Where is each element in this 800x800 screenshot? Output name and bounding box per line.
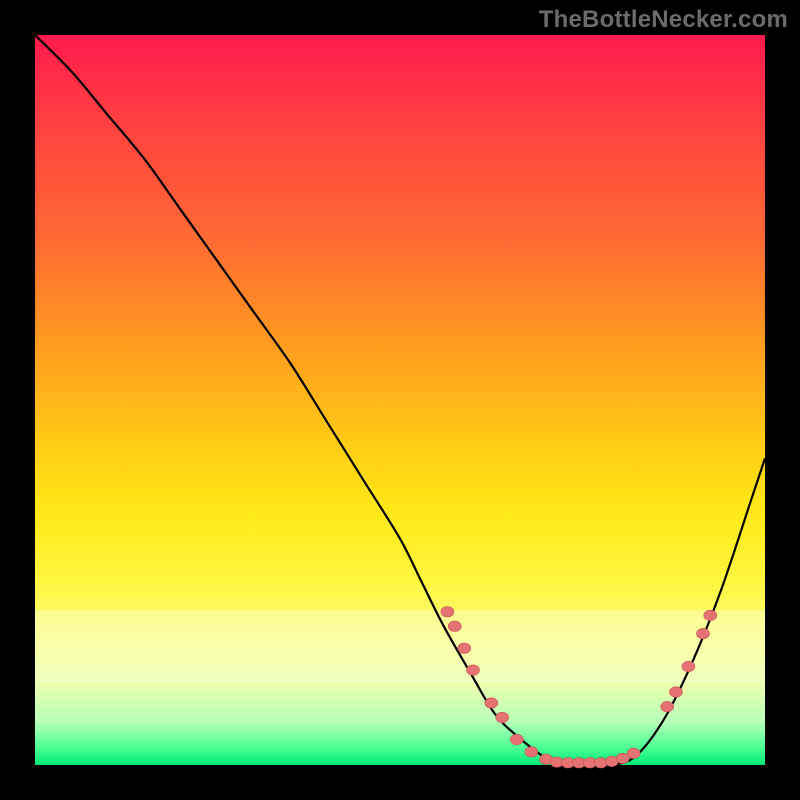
curve-marker bbox=[704, 610, 717, 620]
curve-marker bbox=[627, 748, 640, 758]
curve-marker bbox=[525, 747, 538, 757]
curve-marker bbox=[510, 734, 523, 744]
chart-frame: TheBottleNecker.com bbox=[0, 0, 800, 800]
curve-marker bbox=[661, 701, 674, 711]
bottleneck-curve bbox=[35, 35, 765, 766]
curve-marker bbox=[441, 607, 454, 617]
curve-marker bbox=[496, 712, 509, 722]
curve-marker bbox=[448, 621, 461, 631]
curve-marker bbox=[697, 628, 710, 638]
curve-marker bbox=[467, 665, 480, 675]
curve-marker bbox=[669, 687, 682, 697]
curve-marker bbox=[682, 661, 695, 671]
curve-marker bbox=[485, 698, 498, 708]
chart-svg bbox=[35, 35, 765, 765]
curve-markers bbox=[441, 607, 717, 769]
watermark-text: TheBottleNecker.com bbox=[539, 6, 788, 34]
curve-marker bbox=[458, 643, 471, 653]
